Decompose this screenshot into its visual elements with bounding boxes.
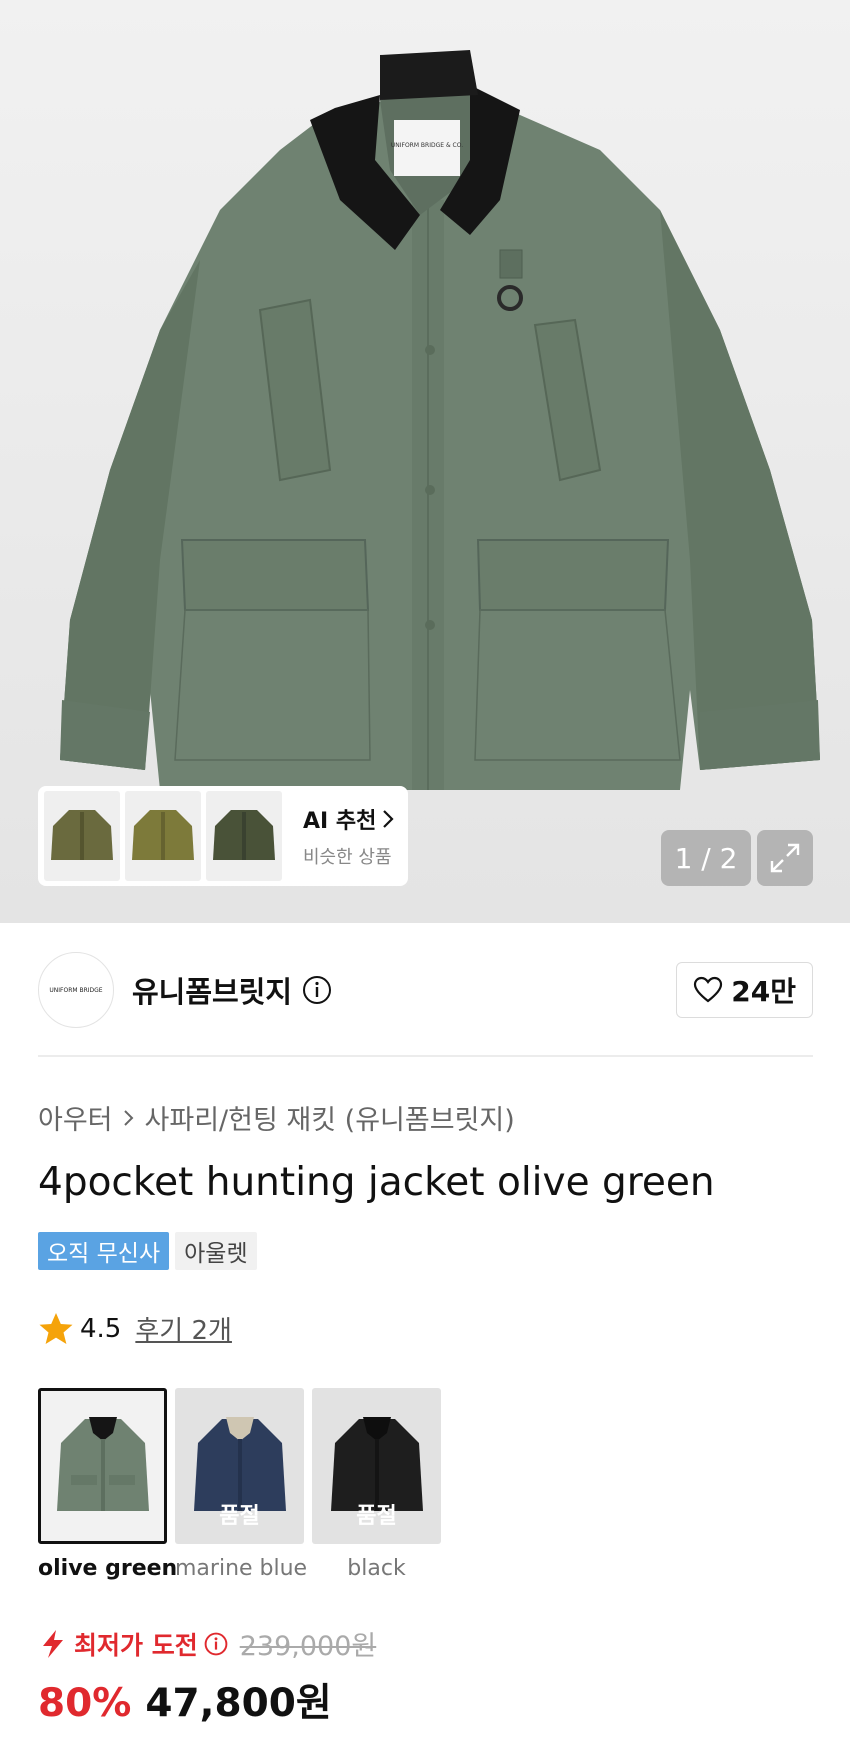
sale-price: 47,800원 (145, 1681, 332, 1726)
color-swatch-image (38, 1388, 167, 1544)
outlet-badge: 아울렛 (175, 1232, 257, 1270)
jacket-thumbnail-icon (51, 810, 113, 860)
review-link[interactable]: 후기 2개 (135, 1310, 232, 1347)
chevron-right-icon (383, 810, 394, 828)
recommendation-thumbnail[interactable] (206, 791, 282, 881)
brand-logo[interactable]: UNIFORM BRIDGE (38, 952, 114, 1028)
jacket-thumbnail-icon (132, 810, 194, 860)
color-label: black (347, 1556, 406, 1581)
divider (38, 1055, 813, 1057)
color-options: olive green 품절 marine blue 품절 black (38, 1388, 441, 1581)
ai-recommendation-card[interactable]: AI 추천 비슷한 상품 (38, 786, 408, 886)
lowest-price-challenge: 최저가 도전 239,000원 (38, 1624, 376, 1663)
jacket-thumbnail-icon (56, 1417, 149, 1511)
collar-tag-text: UNIFORM BRIDGE & CO. (391, 142, 463, 149)
original-price: 239,000원 (239, 1631, 377, 1662)
product-image-gallery[interactable]: UNIFORM BRIDGE & CO. AI 추천 비슷한 상품 1 / 2 (0, 0, 850, 923)
sold-out-label: 품절 (219, 1504, 260, 1529)
lowest-price-label: 최저가 도전 (74, 1630, 198, 1660)
heart-icon (694, 976, 723, 1003)
recommendation-thumbnail[interactable] (44, 791, 120, 881)
like-count: 24만 (731, 975, 796, 1008)
exclusive-badge: 오직 무신사 (38, 1232, 170, 1270)
price-row: 80% 47,800원 (38, 1672, 332, 1728)
info-icon[interactable] (204, 1632, 228, 1656)
chevron-right-icon (123, 1109, 133, 1126)
expand-icon (770, 843, 800, 873)
ai-recommendation-subtitle: 비슷한 상품 (303, 847, 392, 868)
lightning-icon (43, 1629, 63, 1658)
color-option-olive-green[interactable]: olive green (38, 1388, 178, 1581)
color-swatch-image: 품절 (175, 1388, 304, 1544)
info-icon[interactable] (302, 975, 332, 1005)
jacket-product-image: UNIFORM BRIDGE & CO. (60, 50, 820, 790)
rating-value: 4.5 (80, 1313, 122, 1344)
color-swatch-image: 품절 (312, 1388, 441, 1544)
color-option-black[interactable]: 품절 black (312, 1388, 441, 1581)
color-label: marine blue (175, 1556, 308, 1581)
star-icon (39, 1312, 73, 1344)
product-title: 4pocket hunting jacket olive green (38, 1160, 715, 1205)
breadcrumb: 아우터 사파리/헌팅 재킷 (유니폼브릿지) (38, 1098, 515, 1137)
breadcrumb-category[interactable]: 아우터 (38, 1098, 113, 1137)
discount-rate: 80% (38, 1681, 132, 1726)
like-button[interactable]: 24만 (676, 962, 813, 1018)
color-option-marine-blue[interactable]: 품절 marine blue (175, 1388, 308, 1581)
breadcrumb-subcategory[interactable]: 사파리/헌팅 재킷 (유니폼브릿지) (145, 1098, 515, 1137)
expand-image-button[interactable] (757, 830, 813, 886)
recommendation-thumbnail[interactable] (125, 791, 201, 881)
brand-name[interactable]: 유니폼브릿지 (132, 969, 292, 1011)
sold-out-label: 품절 (356, 1504, 397, 1529)
color-label: olive green (38, 1556, 178, 1581)
ai-recommendation-title: AI 추천 (303, 809, 377, 834)
jacket-thumbnail-icon (213, 810, 275, 860)
badge-list: 오직 무신사 아울렛 (38, 1232, 257, 1270)
brand-row: UNIFORM BRIDGE 유니폼브릿지 24만 (38, 952, 813, 1028)
image-counter: 1 / 2 (661, 830, 751, 886)
brand-logo-image: UNIFORM BRIDGE (49, 987, 102, 994)
rating-row: 4.5 후기 2개 (38, 1310, 232, 1347)
brand-logo-text: UNIFORM BRIDGE (49, 987, 102, 994)
